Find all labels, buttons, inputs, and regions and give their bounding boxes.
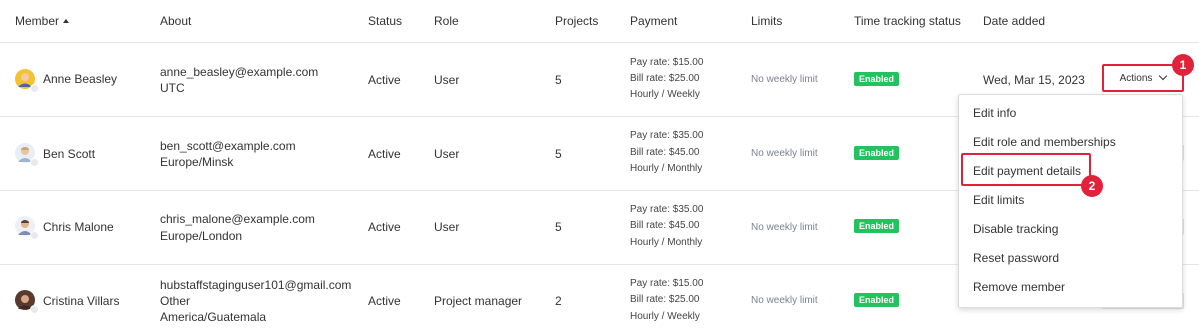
pay-rate: Pay rate: $15.00 <box>630 278 704 289</box>
tracking-status-badge: Enabled <box>854 146 900 160</box>
avatar <box>15 216 39 240</box>
pay-period-rate-type: Hourly <box>630 237 659 248</box>
member-name: Anne Beasley <box>43 72 118 86</box>
presence-icon <box>30 84 39 93</box>
column-header-time-tracking: Time tracking status <box>854 14 961 28</box>
menu-item-remove-member[interactable]: Remove member <box>973 280 1065 294</box>
pay-period-separator: / <box>658 89 668 100</box>
pay-rate: Pay rate: $35.00 <box>630 130 704 141</box>
member-name: Cristina Villars <box>43 294 120 308</box>
column-header-member[interactable]: Member <box>15 14 70 28</box>
member-limits: No weekly limit <box>751 74 818 85</box>
member-timezone: Europe/London <box>160 229 243 243</box>
member-date-added: Wed, Mar 15, 2023 <box>983 73 1085 87</box>
member-limits: No weekly limit <box>751 295 818 306</box>
pay-period-frequency: Monthly <box>667 163 703 174</box>
member-projects[interactable]: 5 <box>555 73 562 87</box>
bill-rate: Bill rate: $45.00 <box>630 147 700 158</box>
bill-rate: Bill rate: $25.00 <box>630 294 700 305</box>
pay-rate: Pay rate: $35.00 <box>630 204 704 215</box>
member-name: Ben Scott <box>43 147 96 161</box>
pay-period-frequency: Monthly <box>667 237 703 248</box>
pay-period-frequency: Weekly <box>667 89 700 100</box>
presence-icon <box>30 231 39 240</box>
member-about-line2: Other <box>160 294 191 308</box>
tracking-status-badge: Enabled <box>854 293 900 307</box>
member-status: Active <box>368 294 401 308</box>
member-email: chris_malone@example.com <box>160 212 315 226</box>
member-status: Active <box>368 220 401 234</box>
member-projects[interactable]: 5 <box>555 220 562 234</box>
column-header-role: Role <box>434 14 459 28</box>
pay-period: Hourly / Weekly <box>630 309 700 325</box>
member-limits: No weekly limit <box>751 222 818 233</box>
member-role: User <box>434 220 460 234</box>
column-header-status: Status <box>368 14 403 28</box>
pay-period-rate-type: Hourly <box>630 89 659 100</box>
pay-period: Hourly / Weekly <box>630 87 700 103</box>
chevron-down-icon <box>1159 71 1168 81</box>
presence-icon <box>30 158 39 167</box>
column-header-limits: Limits <box>751 14 783 28</box>
member-role: Project manager <box>434 294 523 308</box>
column-header-about: About <box>160 14 192 28</box>
menu-item-edit-role-and-memberships[interactable]: Edit role and memberships <box>973 135 1116 149</box>
avatar <box>15 143 39 167</box>
pay-period-separator: / <box>658 237 668 248</box>
pay-period-rate-type: Hourly <box>630 311 659 322</box>
member-role: User <box>434 147 460 161</box>
member-limits: No weekly limit <box>751 148 818 159</box>
highlight-box <box>961 153 1091 186</box>
member-name: Chris Malone <box>43 220 114 234</box>
column-header-member-label: Member <box>15 14 60 28</box>
actions-label: Actions <box>1119 72 1153 84</box>
step-marker-1: 1 <box>1172 54 1194 76</box>
tracking-status-badge: Enabled <box>854 72 900 86</box>
member-role: User <box>434 73 460 87</box>
menu-item-edit-info[interactable]: Edit info <box>973 106 1016 120</box>
avatar <box>15 69 39 93</box>
member-timezone: America/Guatemala <box>160 310 267 324</box>
bill-rate: Bill rate: $25.00 <box>630 73 700 84</box>
member-timezone: UTC <box>160 81 185 95</box>
member-status: Active <box>368 147 401 161</box>
member-projects[interactable]: 5 <box>555 147 562 161</box>
pay-rate: Pay rate: $15.00 <box>630 57 704 68</box>
pay-period-frequency: Weekly <box>667 311 700 322</box>
tracking-status-badge: Enabled <box>854 219 900 233</box>
pay-period-separator: / <box>658 311 668 322</box>
member-timezone: Europe/Minsk <box>160 155 234 169</box>
avatar <box>15 290 39 314</box>
actions-menu: Edit info Edit role and memberships Edit… <box>958 94 1183 308</box>
column-header-projects: Projects <box>555 14 599 28</box>
pay-period: Hourly / Monthly <box>630 161 702 177</box>
bill-rate: Bill rate: $45.00 <box>630 220 700 231</box>
member-projects[interactable]: 2 <box>555 294 562 308</box>
pay-period-rate-type: Hourly <box>630 163 659 174</box>
sort-ascending-icon <box>63 19 70 23</box>
menu-item-reset-password[interactable]: Reset password <box>973 251 1059 265</box>
member-email: anne_beasley@example.com <box>160 65 319 79</box>
step-marker-2: 2 <box>1081 175 1103 197</box>
pay-period-separator: / <box>658 163 668 174</box>
pay-period: Hourly / Monthly <box>630 235 702 251</box>
member-status: Active <box>368 73 401 87</box>
menu-item-edit-limits[interactable]: Edit limits <box>973 193 1024 207</box>
table-header: Member About Status Role Projects Paymen… <box>0 0 1199 43</box>
member-email: ben_scott@example.com <box>160 139 296 153</box>
member-email: hubstaffstaginguser101@gmail.com <box>160 278 352 292</box>
column-header-payment: Payment <box>630 14 678 28</box>
presence-icon <box>30 305 39 314</box>
column-header-date-added: Date added <box>983 14 1046 28</box>
menu-item-disable-tracking[interactable]: Disable tracking <box>973 222 1058 236</box>
